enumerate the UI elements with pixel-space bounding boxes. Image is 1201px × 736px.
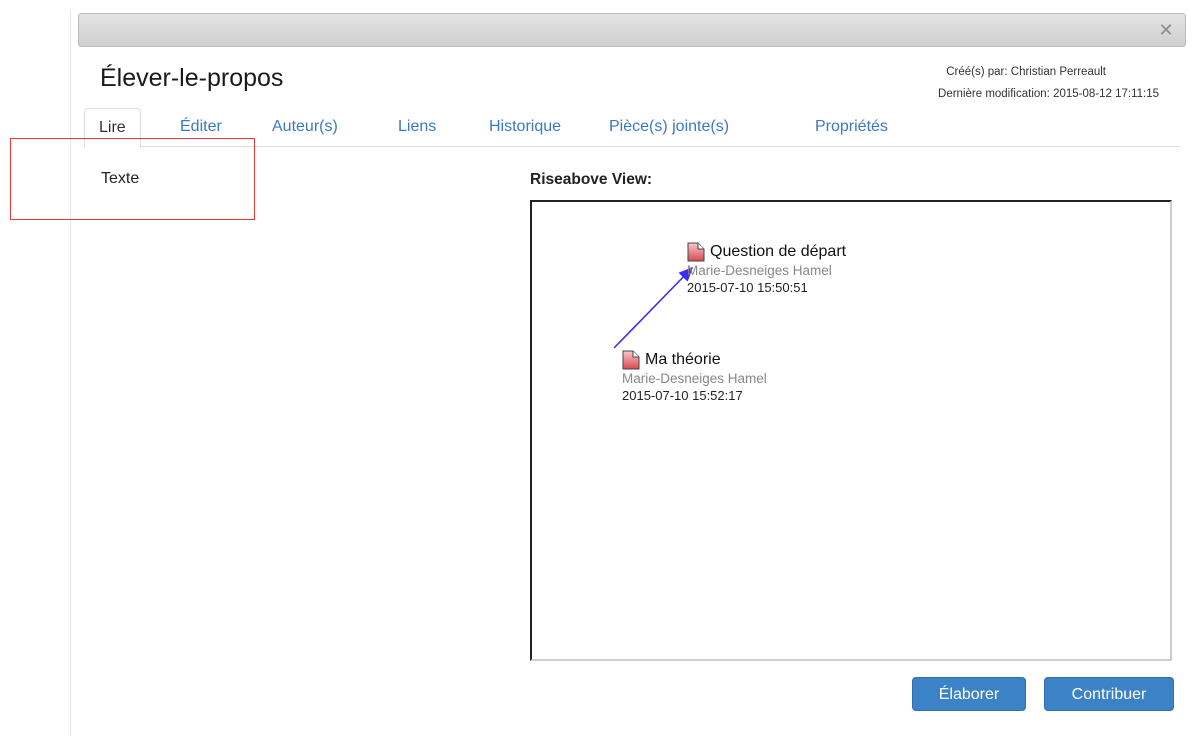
close-icon[interactable]: ✕ <box>1155 19 1177 41</box>
text-section-label: Texte <box>101 170 140 187</box>
note-date: 2015-07-10 15:52:17 <box>622 388 743 403</box>
note-date: 2015-07-10 15:50:51 <box>687 280 808 295</box>
tab-proprietes[interactable]: Propriétés <box>815 108 888 145</box>
tab-liens[interactable]: Liens <box>398 108 436 145</box>
tab-historique[interactable]: Historique <box>489 108 561 145</box>
created-by-text: Créé(s) par: Christian Perreault <box>946 66 1106 78</box>
riseabove-note[interactable]: Ma théorie Marie-Desneiges Hamel 2015-07… <box>622 350 767 404</box>
note-title-text[interactable]: Ma théorie <box>645 351 721 369</box>
tab-bar: Lire Éditer Auteur(s) Liens Historique P… <box>84 108 1180 148</box>
dialog-titlebar[interactable]: ✕ <box>78 13 1186 47</box>
elaborate-button[interactable]: Élaborer <box>912 677 1026 711</box>
document-icon <box>622 350 640 370</box>
tab-editer[interactable]: Éditer <box>180 108 222 145</box>
link-arrow <box>613 266 694 349</box>
note-author: Marie-Desneiges Hamel <box>622 371 767 386</box>
note-author: Marie-Desneiges Hamel <box>687 263 832 278</box>
contribute-button[interactable]: Contribuer <box>1044 677 1174 711</box>
last-modified-text: Dernière modification: 2015-08-12 17:11:… <box>938 88 1159 100</box>
tab-auteurs[interactable]: Auteur(s) <box>272 108 338 145</box>
tab-pieces-jointes[interactable]: Pièce(s) jointe(s) <box>609 108 729 145</box>
riseabove-note[interactable]: Question de départ Marie-Desneiges Hamel… <box>687 242 846 296</box>
tab-lire[interactable]: Lire <box>84 108 141 148</box>
riseabove-view-label: Riseabove View: <box>530 171 653 188</box>
document-icon <box>687 242 705 262</box>
riseabove-canvas[interactable]: Question de départ Marie-Desneiges Hamel… <box>530 200 1172 661</box>
note-title-text[interactable]: Question de départ <box>710 243 846 261</box>
note-title: Élever-le-propos <box>100 64 284 92</box>
